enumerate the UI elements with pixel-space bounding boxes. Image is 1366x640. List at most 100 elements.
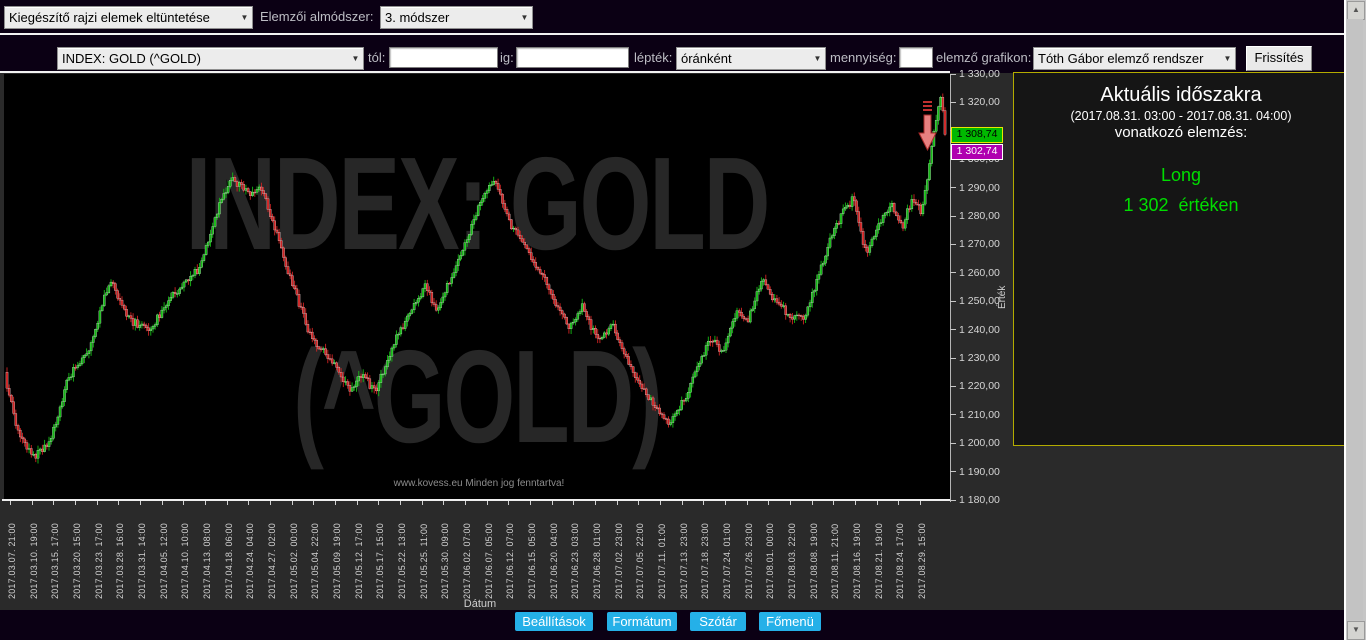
panel-title: Aktuális időszakra	[1100, 84, 1262, 106]
submethod-dropdown-value: 3. módszer	[385, 10, 450, 25]
scrollbar-thumb[interactable]	[1347, 19, 1363, 620]
x-tick-label: 2017.08.03. 22:00	[787, 523, 797, 599]
main-menu-button[interactable]: Főmenü	[759, 612, 821, 631]
refresh-button[interactable]: Frissítés	[1246, 46, 1312, 71]
analysis-panel: Aktuális időszakra (2017.08.31. 03:00 - …	[1013, 72, 1349, 446]
y-tick-label: 1 230,00	[959, 352, 1000, 364]
app-window: Kiegészítő rajzi elemek eltüntetése ▼ El…	[0, 0, 1366, 640]
y-tick	[950, 329, 956, 331]
x-tick-label: 2017.06.23. 03:00	[570, 523, 581, 599]
y-tick-label: 1 330,00	[959, 68, 1000, 80]
x-tick-label: 2017.08.01. 00:00	[765, 523, 776, 599]
to-label: ig:	[500, 50, 514, 65]
last-price-marker: 1 308,74	[951, 127, 1003, 144]
symbol-dropdown[interactable]: INDEX: GOLD (^GOLD) ▼	[57, 47, 364, 70]
x-tick-label: 2017.07.11. 01:00	[657, 523, 667, 599]
sell-arrow-icon	[918, 101, 937, 152]
y-tick	[950, 272, 956, 274]
x-tick-label: 2017.08.16. 19:00	[852, 523, 862, 599]
footer-bar	[0, 610, 1366, 640]
y-tick	[950, 414, 956, 416]
x-axis-title: Dátum	[463, 598, 497, 610]
y-tick	[950, 73, 956, 75]
symbol-dropdown-value: INDEX: GOLD (^GOLD)	[62, 51, 202, 66]
x-tick-label: 2017.08.08. 19:00	[808, 523, 819, 599]
y-tick	[950, 101, 956, 103]
x-tick-label: 2017.05.25. 11:00	[418, 523, 429, 599]
analyzer-label: elemző grafikon:	[936, 50, 1032, 65]
submethod-dropdown[interactable]: 3. módszer ▼	[380, 6, 533, 29]
separator-line-2	[0, 71, 950, 73]
y-tick	[950, 300, 956, 302]
x-tick-label: 2017.04.13. 08:00	[202, 523, 212, 599]
x-tick-label: 2017.03.31. 14:00	[137, 523, 147, 599]
x-tick-label: 2017.04.05. 12:00	[158, 523, 169, 599]
y-tick-label: 1 200,00	[959, 437, 1000, 450]
candles-layer	[5, 93, 947, 464]
x-tick-label: 2017.04.10. 10:00	[180, 523, 191, 599]
scale-dropdown[interactable]: óránként ▼	[676, 47, 826, 70]
quantity-input[interactable]	[899, 47, 933, 68]
x-tick-label: 2017.06.02. 07:00	[462, 523, 472, 599]
x-tick-label: 2017.05.12. 17:00	[353, 523, 364, 599]
x-tick-label: 2017.03.07. 21:00	[7, 523, 17, 599]
y-tick-label: 1 260,00	[959, 266, 1000, 279]
y-tick-label: 1 220,00	[959, 380, 1000, 393]
y-tick-label: 1 290,00	[959, 181, 1000, 194]
x-tick-label: 2017.07.05. 22:00	[635, 523, 646, 599]
chevron-down-icon: ▼	[240, 13, 249, 22]
x-tick-label: 2017.06.07. 05:00	[483, 523, 494, 599]
y-tick	[950, 471, 956, 473]
x-tick-label: 2017.06.12. 07:00	[505, 523, 516, 599]
settings-button[interactable]: Beállítások	[515, 612, 593, 631]
y-tick-label: 1 270,00	[959, 238, 1000, 251]
x-tick-label: 2017.07.26. 23:00	[743, 523, 754, 599]
x-tick-label: 2017.06.28. 01:00	[592, 523, 602, 599]
panel-subtitle: vonatkozó elemzés:	[1114, 124, 1248, 141]
y-tick	[950, 243, 956, 245]
x-tick-label: 2017.07.24. 01:00	[722, 523, 732, 599]
y-tick-label: 1 210,00	[959, 408, 1000, 421]
analyzer-dropdown[interactable]: Tóth Gábor elemző rendszer ▼	[1033, 47, 1236, 70]
y-tick	[950, 357, 956, 359]
x-tick-label: 2017.03.20. 15:00	[72, 523, 82, 599]
x-tick-label: 2017.08.11. 21:00	[830, 523, 841, 599]
signal-price-marker: 1 302,74	[951, 144, 1003, 161]
x-tick-label: 2017.03.15. 17:00	[50, 523, 61, 599]
panel-period: (2017.08.31. 03:00 - 2017.08.31. 04:00)	[1070, 109, 1292, 123]
scroll-up-icon[interactable]: ▲	[1347, 1, 1365, 20]
drawing-elements-dropdown[interactable]: Kiegészítő rajzi elemek eltüntetése ▼	[4, 6, 253, 29]
candlestick-chart[interactable]: INDEX: GOLD (^GOLD) www.kovess.eu Minden…	[4, 74, 950, 500]
submethod-label: Elemzői almódszer:	[260, 9, 374, 24]
y-tick	[950, 187, 956, 189]
quantity-label: mennyiség:	[830, 50, 897, 65]
x-tick-label: 2017.03.28. 16:00	[115, 523, 126, 599]
format-button[interactable]: Formátum	[607, 612, 677, 631]
y-tick	[950, 215, 956, 217]
scale-dropdown-value: óránként	[681, 51, 732, 66]
x-tick-label: 2017.04.18. 06:00	[223, 523, 234, 599]
dictionary-button[interactable]: Szótár	[690, 612, 746, 631]
vertical-scrollbar[interactable]: ▲ ▼	[1344, 0, 1366, 640]
x-tick-label: 2017.03.23. 17:00	[93, 523, 104, 599]
scroll-down-icon[interactable]: ▼	[1347, 621, 1365, 640]
x-tick-label: 2017.07.02. 23:00	[613, 523, 624, 599]
chevron-down-icon: ▼	[520, 13, 529, 22]
signal-direction: Long	[1160, 165, 1202, 185]
y-tick	[950, 499, 956, 501]
to-date-input[interactable]	[516, 47, 629, 68]
from-date-input[interactable]	[389, 47, 498, 68]
y-tick	[950, 442, 956, 444]
drawing-elements-dropdown-value: Kiegészítő rajzi elemek eltüntetése	[9, 10, 210, 25]
x-axis-line	[2, 499, 950, 501]
x-tick-label: 2017.05.22. 13:00	[397, 523, 407, 599]
copyright-text: www.kovess.eu Minden jog fenntartva!	[393, 478, 565, 489]
y-axis-title: Érték	[997, 285, 1008, 309]
signal-value: 1 302 értéken	[1123, 195, 1239, 215]
y-tick-label: 1 320,00	[959, 96, 1000, 109]
x-tick-label: 2017.03.10. 19:00	[28, 523, 39, 599]
x-tick-label: 2017.05.02. 00:00	[288, 523, 299, 599]
analyzer-dropdown-value: Tóth Gábor elemző rendszer	[1038, 51, 1204, 66]
x-tick-label: 2017.05.09. 19:00	[332, 523, 342, 599]
chevron-down-icon: ▼	[351, 54, 360, 63]
